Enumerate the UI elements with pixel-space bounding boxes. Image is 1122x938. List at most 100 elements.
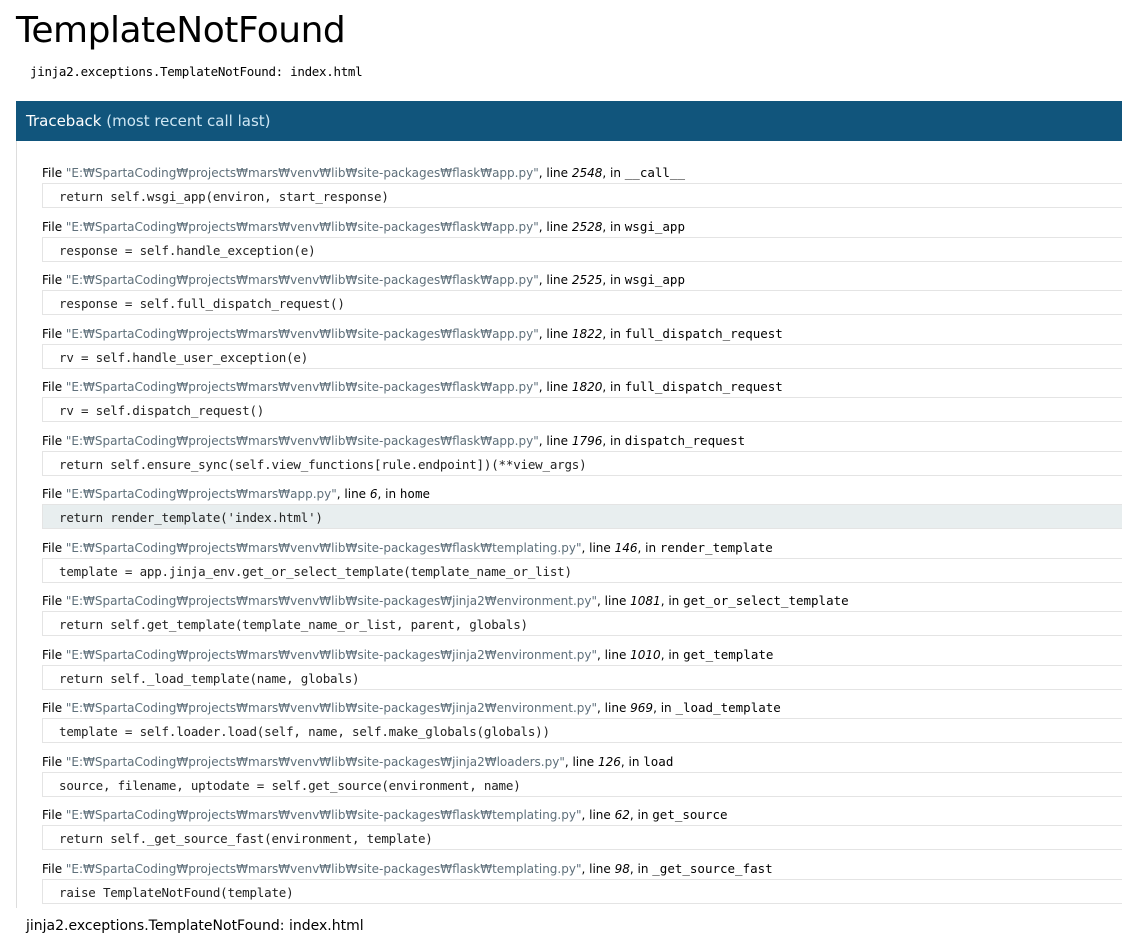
frame-line-number: 2525 — [571, 273, 603, 287]
frame-function-name: home — [399, 486, 431, 501]
in-label: , in — [653, 701, 676, 715]
frame-line-number: 6 — [369, 487, 378, 501]
traceback-frame[interactable]: File "E:₩SpartaCoding₩projects₩mars₩venv… — [42, 538, 1122, 583]
traceback-frame[interactable]: File "E:₩SpartaCoding₩projects₩mars₩venv… — [42, 698, 1122, 743]
in-label: , in — [629, 862, 653, 876]
frame-location: File "E:₩SpartaCoding₩projects₩mars₩venv… — [42, 431, 1122, 451]
in-label: , in — [602, 434, 625, 448]
line-label: , line — [538, 166, 572, 180]
traceback-frame[interactable]: File "E:₩SpartaCoding₩projects₩mars₩venv… — [42, 324, 1122, 369]
frame-line-number: 2528 — [571, 220, 603, 234]
line-label: , line — [538, 380, 572, 394]
traceback-frame[interactable]: File "E:₩SpartaCoding₩projects₩mars₩venv… — [42, 645, 1122, 690]
frame-source-line[interactable]: return self.get_template(template_name_o… — [42, 611, 1122, 636]
traceback-frames: File "E:₩SpartaCoding₩projects₩mars₩venv… — [16, 141, 1122, 908]
line-label: , line — [538, 220, 572, 234]
frame-source-line[interactable]: source, filename, uptodate = self.get_so… — [42, 772, 1122, 797]
frame-function-name: render_template — [659, 540, 773, 555]
line-label: , line — [336, 487, 370, 501]
frame-line-number: 1796 — [571, 434, 603, 448]
error-message: jinja2.exceptions.TemplateNotFound: inde… — [30, 64, 363, 79]
frame-location: File "E:₩SpartaCoding₩projects₩mars₩venv… — [42, 805, 1122, 825]
frame-filename: "E:₩SpartaCoding₩projects₩mars₩venv₩lib₩… — [65, 755, 565, 769]
frame-source-line[interactable]: rv = self.handle_user_exception(e) — [42, 344, 1122, 369]
frame-source-line[interactable]: response = self.full_dispatch_request() — [42, 290, 1122, 315]
file-label: File — [42, 541, 66, 555]
frame-source-line[interactable]: return self.wsgi_app(environ, start_resp… — [42, 183, 1122, 208]
frame-filename: "E:₩SpartaCoding₩projects₩mars₩venv₩lib₩… — [65, 273, 539, 287]
frame-source-line[interactable]: return render_template('index.html') — [42, 504, 1122, 529]
frame-function-name: get_template — [683, 647, 774, 662]
frame-source-line[interactable]: return self._get_source_fast(environment… — [42, 825, 1122, 850]
frame-source-line[interactable]: response = self.handle_exception(e) — [42, 237, 1122, 262]
traceback-frame[interactable]: File "E:₩SpartaCoding₩projects₩mars₩venv… — [42, 163, 1122, 208]
in-label: , in — [602, 273, 625, 287]
frame-line-number: 1822 — [571, 327, 603, 341]
frame-source-line[interactable]: raise TemplateNotFound(template) — [42, 879, 1122, 904]
frame-location: File "E:₩SpartaCoding₩projects₩mars₩venv… — [42, 859, 1122, 879]
frame-line-number: 969 — [630, 701, 654, 715]
in-label: , in — [660, 594, 684, 608]
file-label: File — [42, 648, 66, 662]
frame-source-line[interactable]: return self._load_template(name, globals… — [42, 665, 1122, 690]
frame-location: File "E:₩SpartaCoding₩projects₩mars₩venv… — [42, 163, 1122, 183]
file-label: File — [42, 380, 66, 394]
frame-line-number: 1010 — [630, 648, 661, 662]
line-label: , line — [597, 594, 631, 608]
frame-function-name: __call__ — [624, 165, 685, 180]
line-label: , line — [538, 273, 572, 287]
frame-source-line[interactable]: return self.ensure_sync(self.view_functi… — [42, 451, 1122, 476]
frame-function-name: full_dispatch_request — [624, 326, 783, 341]
traceback-frame[interactable]: File "E:₩SpartaCoding₩projects₩mars₩venv… — [42, 431, 1122, 476]
traceback-frame[interactable]: File "E:₩SpartaCoding₩projects₩mars₩app.… — [42, 484, 1122, 529]
traceback-frame[interactable]: File "E:₩SpartaCoding₩projects₩mars₩venv… — [42, 591, 1122, 636]
frame-function-name: wsgi_app — [624, 272, 685, 287]
in-label: , in — [602, 327, 625, 341]
frame-filename: "E:₩SpartaCoding₩projects₩mars₩venv₩lib₩… — [65, 541, 582, 555]
file-label: File — [42, 434, 66, 448]
frame-location: File "E:₩SpartaCoding₩projects₩mars₩venv… — [42, 645, 1122, 665]
frame-source-line[interactable]: template = self.loader.load(self, name, … — [42, 718, 1122, 743]
in-label: , in — [602, 380, 625, 394]
line-label: , line — [564, 755, 598, 769]
traceback-frame[interactable]: File "E:₩SpartaCoding₩projects₩mars₩venv… — [42, 217, 1122, 262]
frame-source-line[interactable]: template = app.jinja_env.get_or_select_t… — [42, 558, 1122, 583]
frame-function-name: _get_source_fast — [652, 861, 773, 876]
frame-location: File "E:₩SpartaCoding₩projects₩mars₩venv… — [42, 270, 1122, 290]
file-label: File — [42, 594, 66, 608]
page-title: TemplateNotFound — [16, 10, 346, 51]
in-label: , in — [602, 220, 625, 234]
in-label: , in — [629, 808, 653, 822]
line-label: , line — [597, 648, 631, 662]
traceback-subheading: (most recent call last) — [106, 112, 271, 130]
frame-function-name: _load_template — [675, 700, 781, 715]
file-label: File — [42, 166, 66, 180]
line-label: , line — [581, 862, 615, 876]
traceback-heading: Traceback — [26, 112, 102, 130]
frame-filename: "E:₩SpartaCoding₩projects₩mars₩venv₩lib₩… — [65, 166, 539, 180]
frame-location: File "E:₩SpartaCoding₩projects₩mars₩venv… — [42, 377, 1122, 397]
traceback-frame[interactable]: File "E:₩SpartaCoding₩projects₩mars₩venv… — [42, 859, 1122, 904]
frame-function-name: get_or_select_template — [683, 593, 849, 608]
frame-filename: "E:₩SpartaCoding₩projects₩mars₩venv₩lib₩… — [65, 808, 582, 822]
frame-function-name: get_source — [652, 807, 728, 822]
frame-location: File "E:₩SpartaCoding₩projects₩mars₩venv… — [42, 217, 1122, 237]
frame-line-number: 98 — [614, 862, 630, 876]
in-label: , in — [602, 166, 625, 180]
frame-filename: "E:₩SpartaCoding₩projects₩mars₩venv₩lib₩… — [65, 327, 539, 341]
frame-function-name: load — [643, 754, 674, 769]
in-label: , in — [377, 487, 400, 501]
traceback-frame[interactable]: File "E:₩SpartaCoding₩projects₩mars₩venv… — [42, 377, 1122, 422]
file-label: File — [42, 755, 66, 769]
frame-location: File "E:₩SpartaCoding₩projects₩mars₩venv… — [42, 591, 1122, 611]
in-label: , in — [620, 755, 644, 769]
traceback-frame[interactable]: File "E:₩SpartaCoding₩projects₩mars₩venv… — [42, 805, 1122, 850]
frame-function-name: dispatch_request — [624, 433, 746, 448]
frame-filename: "E:₩SpartaCoding₩projects₩mars₩app.py" — [65, 487, 337, 501]
frame-source-line[interactable]: rv = self.dispatch_request() — [42, 397, 1122, 422]
frame-location: File "E:₩SpartaCoding₩projects₩mars₩app.… — [42, 484, 1122, 504]
frame-filename: "E:₩SpartaCoding₩projects₩mars₩venv₩lib₩… — [65, 701, 598, 715]
file-label: File — [42, 273, 66, 287]
traceback-frame[interactable]: File "E:₩SpartaCoding₩projects₩mars₩venv… — [42, 270, 1122, 315]
traceback-frame[interactable]: File "E:₩SpartaCoding₩projects₩mars₩venv… — [42, 752, 1122, 797]
